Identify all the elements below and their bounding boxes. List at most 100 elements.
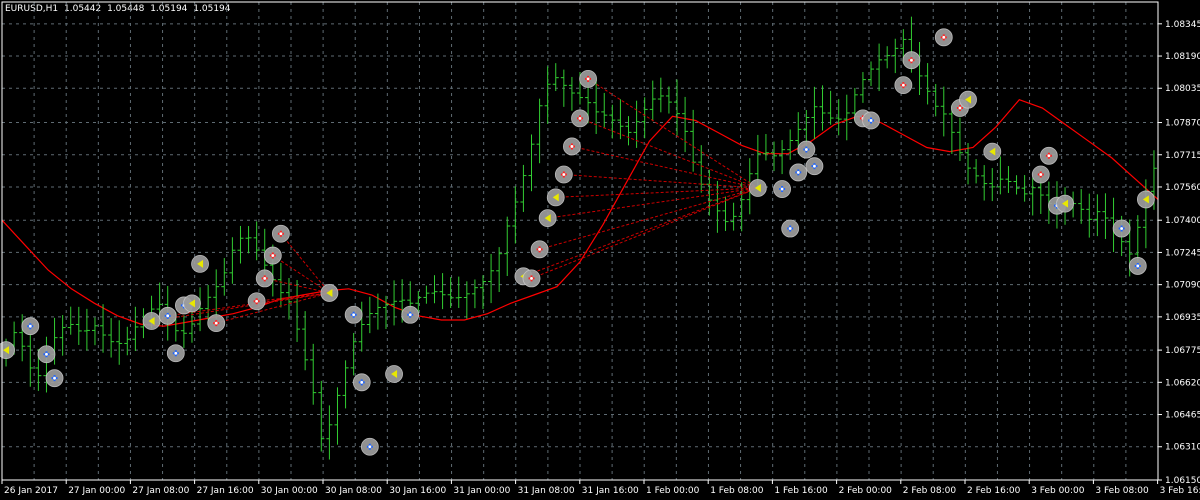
- buy-signal-marker: [781, 219, 800, 238]
- sell-signal-marker: [902, 51, 921, 70]
- sell-signal-marker: [530, 240, 549, 259]
- sell-signal-marker: [1039, 146, 1058, 165]
- marker-dot: [1039, 173, 1043, 176]
- y-tick-label: 1.06150: [1165, 476, 1200, 486]
- marker-dot: [279, 232, 283, 236]
- buy-signal-marker: [401, 305, 420, 324]
- sell-signal-marker: [934, 28, 953, 47]
- marker-dot: [28, 324, 32, 328]
- buy-signal-marker: [1112, 219, 1131, 238]
- exit-signal-marker: [748, 179, 767, 197]
- sell-signal-marker: [563, 137, 581, 156]
- marker-dot: [45, 352, 48, 356]
- marker-dot: [796, 171, 800, 174]
- fan-line: [587, 78, 759, 189]
- fan-line: [280, 233, 330, 294]
- y-tick-label: 1.07245: [1165, 248, 1200, 258]
- marker-dot: [263, 277, 267, 280]
- y-tick-label: 1.06620: [1165, 378, 1200, 388]
- buy-signal-marker: [773, 180, 791, 198]
- fan-lines-layer: [151, 78, 759, 324]
- marker-dot: [352, 313, 356, 317]
- x-tick-label: 2 Feb 16:00: [967, 486, 1021, 496]
- axes: 1.08345 1.08190 1.08035 1.07870 1.07715 1.075…: [1, 1, 1200, 496]
- exit-signal-marker: [142, 312, 161, 330]
- buy-signal-marker: [158, 306, 177, 325]
- marker-dot: [804, 148, 808, 151]
- exit-signal-marker: [983, 142, 1002, 161]
- y-tick-label: 1.07715: [1165, 151, 1200, 161]
- x-tick-label: 30 Jan 08:00: [325, 486, 382, 496]
- y-tick-label: 1.06775: [1165, 346, 1200, 356]
- x-tick-label: 1 Feb 16:00: [774, 486, 828, 496]
- marker-dot: [1047, 154, 1051, 158]
- buy-signal-marker: [789, 163, 808, 182]
- marker-dot: [530, 277, 533, 280]
- x-tick-label: 27 Jan 16:00: [197, 486, 254, 496]
- sell-signal-marker: [263, 246, 282, 265]
- marker-dot: [942, 35, 946, 39]
- marker-dot: [562, 173, 566, 176]
- buy-signal-marker: [805, 157, 824, 176]
- exit-signal-marker: [191, 254, 209, 273]
- marker-dot: [538, 247, 541, 251]
- exit-signal-marker: [1136, 190, 1155, 209]
- y-tick-label: 1.07870: [1165, 119, 1200, 129]
- sell-signal-marker: [554, 165, 573, 184]
- buy-signal-marker: [21, 317, 40, 336]
- y-tick-label: 1.08345: [1165, 20, 1200, 30]
- sell-signal-marker: [571, 109, 589, 128]
- marker-dot: [901, 83, 905, 87]
- marker-dot: [813, 164, 816, 168]
- x-tick-label: 3 Feb 16:00: [1160, 486, 1200, 496]
- marker-dot: [368, 445, 372, 449]
- x-tick-label: 27 Jan 08:00: [132, 486, 189, 496]
- marker-dot: [408, 313, 412, 317]
- marker-dot: [271, 254, 275, 257]
- exit-signal-marker: [546, 188, 565, 207]
- x-tick-label: 3 Feb 00:00: [1031, 486, 1085, 496]
- x-tick-label: 30 Jan 16:00: [389, 486, 446, 496]
- x-tick-label: 30 Jan 00:00: [261, 486, 318, 496]
- y-tick-label: 1.06935: [1165, 313, 1200, 323]
- marker-dot: [53, 376, 56, 380]
- x-tick-label: 26 Jan 2017: [4, 486, 58, 496]
- exit-signal-marker: [385, 365, 403, 383]
- x-tick-label: 1 Feb 08:00: [710, 486, 764, 496]
- sell-signal-marker: [271, 224, 290, 243]
- marker-dot: [788, 227, 792, 230]
- marker-dot: [586, 77, 590, 81]
- y-tick-label: 1.06465: [1165, 411, 1200, 421]
- marker-dot: [174, 351, 178, 355]
- buy-signal-marker: [360, 437, 379, 456]
- exit-signal-marker: [320, 284, 339, 302]
- buy-signal-marker: [352, 373, 371, 392]
- marker-dot: [578, 116, 582, 120]
- buy-signal-marker: [862, 111, 880, 130]
- marker-dot: [1120, 227, 1124, 230]
- buy-signal-marker: [1128, 257, 1147, 275]
- x-tick-label: 3 Feb 08:00: [1095, 486, 1149, 496]
- marker-dot: [360, 380, 364, 384]
- y-tick-label: 1.08190: [1165, 52, 1200, 62]
- price-chart[interactable]: 1.08345 1.08190 1.08035 1.07870 1.07715 1.075…: [0, 0, 1200, 500]
- marker-dot: [1136, 264, 1140, 268]
- buy-signal-marker: [37, 345, 56, 364]
- marker-dot: [910, 58, 913, 62]
- x-tick-label: 27 Jan 00:00: [68, 486, 125, 496]
- buy-signal-marker: [166, 344, 185, 363]
- x-tick-label: 2 Feb 00:00: [839, 486, 893, 496]
- sell-signal-marker: [522, 269, 541, 288]
- exit-signal-marker: [1056, 194, 1074, 213]
- buy-signal-marker: [797, 140, 816, 159]
- sell-signal-marker: [207, 314, 226, 332]
- sell-signal-marker: [1031, 165, 1050, 184]
- sell-signal-marker: [894, 76, 913, 95]
- buy-signal-marker: [45, 369, 64, 388]
- marker-dot: [255, 299, 259, 303]
- fan-line: [531, 187, 759, 279]
- y-tick-label: 1.08035: [1165, 84, 1200, 94]
- sell-signal-marker: [255, 269, 274, 288]
- marker-dot: [570, 145, 574, 148]
- x-tick-label: 2 Feb 08:00: [903, 486, 957, 496]
